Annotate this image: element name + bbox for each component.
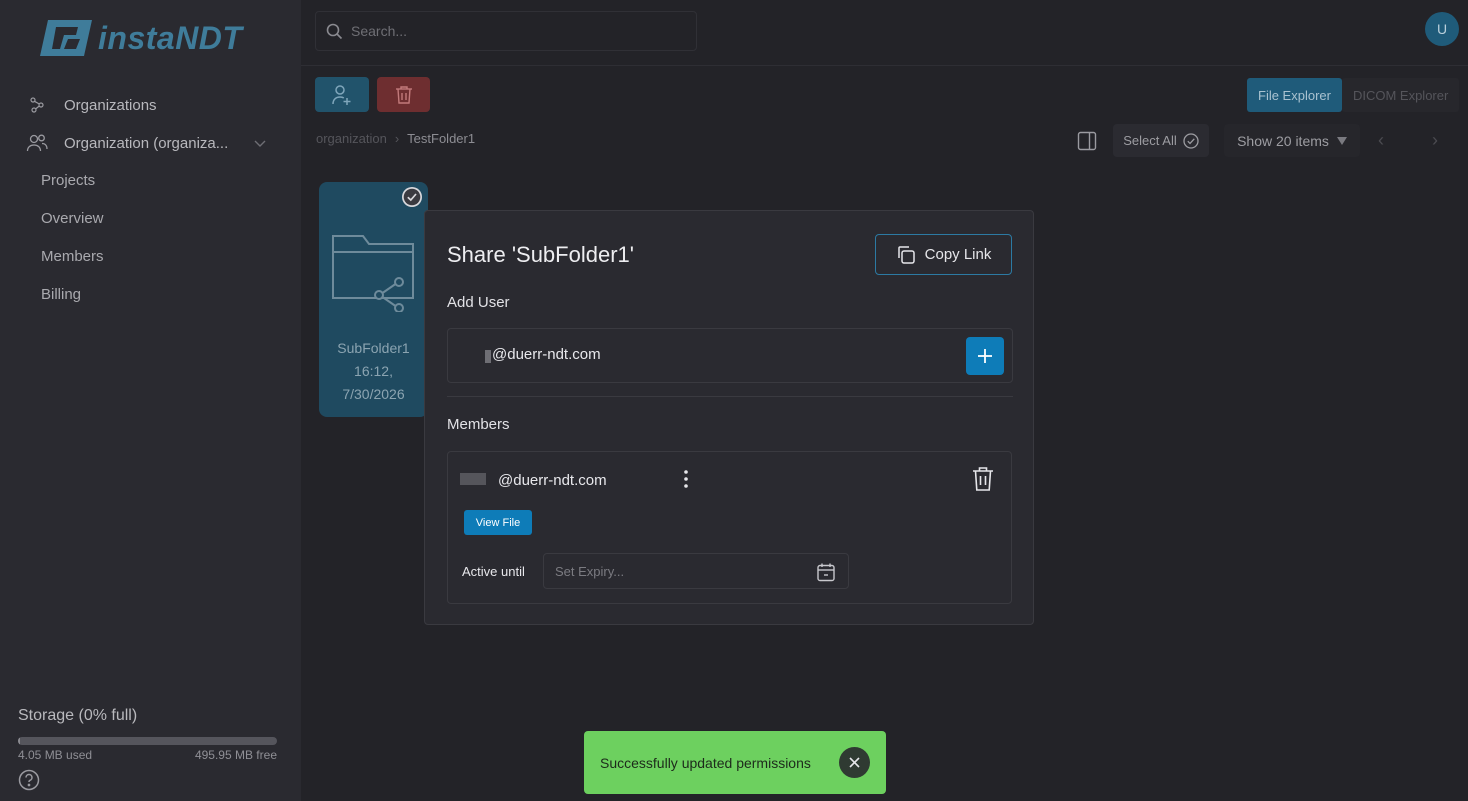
- logo-text: instaNDT: [98, 19, 243, 56]
- redacted-block: [460, 473, 486, 485]
- sidebar-item-organization[interactable]: Organization (organiza...: [26, 132, 266, 154]
- avatar[interactable]: U: [1425, 12, 1459, 46]
- file-explorer-toggle[interactable]: File Explorer: [1247, 78, 1342, 112]
- redacted-block: [485, 350, 491, 363]
- dialog-divider: [447, 396, 1013, 397]
- folder-label: SubFolder1 16:12, 7/30/2026: [319, 337, 428, 406]
- breadcrumb-item[interactable]: organization: [316, 131, 387, 146]
- select-all-button[interactable]: Select All: [1113, 124, 1209, 157]
- add-user-button[interactable]: [315, 77, 369, 112]
- sidebar-item-billing[interactable]: Billing: [41, 286, 81, 303]
- folder-date: 7/30/2026: [342, 386, 405, 402]
- users-icon: [26, 132, 48, 154]
- search-icon: [326, 23, 343, 39]
- trash-icon: [395, 85, 412, 104]
- add-user-label: Add User: [447, 294, 510, 311]
- remove-member-icon[interactable]: [972, 466, 994, 492]
- search-bar[interactable]: [315, 11, 697, 51]
- page-size-select[interactable]: Show 20 items: [1224, 124, 1360, 157]
- sidebar-item-overview[interactable]: Overview: [41, 210, 104, 227]
- side-panel-icon[interactable]: [1077, 131, 1097, 151]
- close-icon: [849, 757, 860, 768]
- view-toggle: File Explorer DICOM Explorer: [1247, 78, 1460, 112]
- storage-free: 495.95 MB free: [194, 748, 277, 762]
- breadcrumb-item-current: TestFolder1: [407, 131, 476, 146]
- expiry-field[interactable]: [543, 553, 849, 589]
- breadcrumb-separator-icon: ›: [394, 131, 400, 146]
- user-plus-icon: [332, 84, 351, 105]
- header-divider: [301, 65, 1468, 66]
- member-email: @duerr-ndt.com: [498, 472, 607, 489]
- add-user-email-input[interactable]: @duerr-ndt.com: [492, 346, 601, 363]
- logo[interactable]: instaNDT: [38, 18, 242, 58]
- delete-button[interactable]: [377, 77, 430, 112]
- sidebar-item-projects[interactable]: Projects: [41, 172, 95, 189]
- caret-down-icon: [1336, 136, 1347, 145]
- storage-title: Storage (0% full): [18, 707, 138, 724]
- sidebar-item-organizations[interactable]: Organizations: [26, 94, 157, 116]
- storage-bar-fill: [18, 737, 21, 745]
- more-options-icon[interactable]: [678, 466, 694, 492]
- success-toast: Successfully updated permissions: [584, 731, 886, 794]
- member-card: @duerr-ndt.com View File Active until: [447, 451, 1012, 604]
- expiry-input[interactable]: [555, 563, 805, 579]
- breadcrumb: organization › TestFolder1: [316, 131, 475, 146]
- sidebar-item-label: Organization (organiza...: [64, 134, 229, 152]
- storage-bar: [18, 737, 277, 745]
- dicom-explorer-toggle[interactable]: DICOM Explorer: [1341, 78, 1460, 112]
- permission-badge-button[interactable]: View File: [464, 510, 532, 535]
- check-circle-icon: [1183, 132, 1199, 149]
- share-dialog: Share 'SubFolder1' Copy Link Add User @d…: [424, 210, 1034, 625]
- plus-icon: [978, 349, 992, 363]
- add-member-button[interactable]: [966, 337, 1004, 375]
- next-page-button[interactable]: ›: [1432, 130, 1438, 151]
- sidebar-item-label: Organizations: [64, 96, 157, 114]
- dialog-title: Share 'SubFolder1': [447, 242, 634, 267]
- toast-message: Successfully updated permissions: [600, 754, 811, 771]
- help-icon[interactable]: [18, 769, 40, 791]
- members-label: Members: [447, 416, 510, 433]
- search-input[interactable]: [351, 23, 671, 39]
- copy-link-button[interactable]: Copy Link: [875, 234, 1012, 275]
- active-until-label: Active until: [462, 564, 525, 579]
- sidebar-item-members[interactable]: Members: [41, 248, 104, 265]
- close-toast-button[interactable]: [839, 747, 870, 778]
- selected-check-icon[interactable]: [401, 186, 423, 208]
- copy-link-label: Copy Link: [924, 246, 992, 263]
- folder-time: 16:12,: [354, 363, 393, 379]
- select-all-label: Select All: [1123, 133, 1177, 148]
- storage-used: 4.05 MB used: [18, 748, 93, 762]
- sidebar: instaNDT Organizations Organization (org…: [0, 0, 301, 801]
- chevron-down-icon[interactable]: [254, 135, 266, 152]
- calendar-icon[interactable]: [816, 562, 836, 582]
- page-size-label: Show 20 items: [1237, 132, 1329, 149]
- add-user-field[interactable]: @duerr-ndt.com: [447, 328, 1013, 383]
- shared-folder-icon: [332, 235, 414, 312]
- copy-icon: [897, 245, 915, 264]
- folder-name: SubFolder1: [337, 340, 410, 356]
- logo-mark-icon: [40, 20, 92, 56]
- org-graph-icon: [26, 94, 48, 116]
- prev-page-button[interactable]: ‹: [1378, 130, 1384, 151]
